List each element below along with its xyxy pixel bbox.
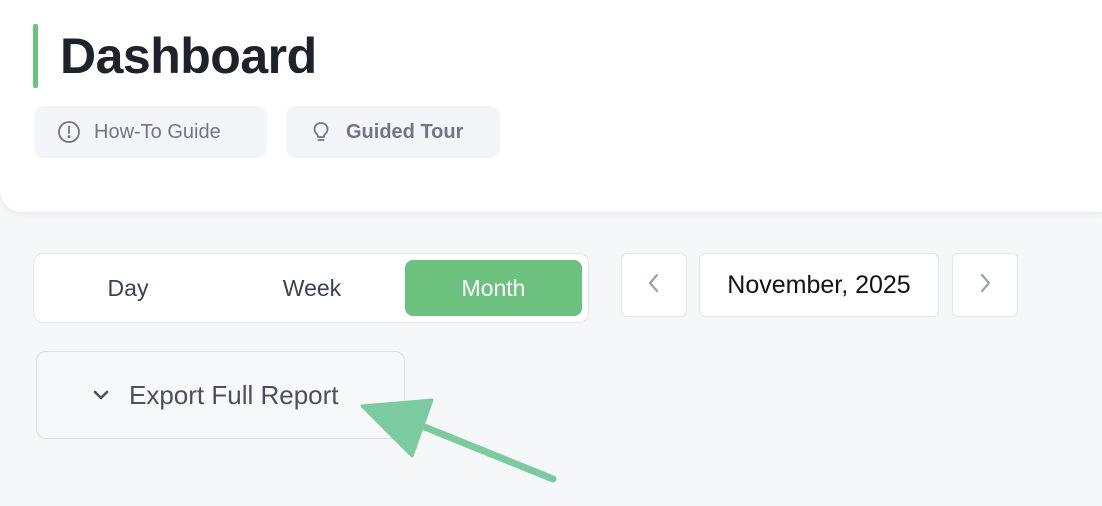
page-title: Dashboard	[60, 28, 317, 84]
period-month-button[interactable]: Month	[405, 260, 582, 316]
chevron-left-icon	[647, 272, 661, 299]
export-full-report-button[interactable]: Export Full Report	[36, 351, 405, 439]
export-full-report-label: Export Full Report	[129, 379, 339, 410]
previous-period-button[interactable]	[621, 253, 687, 317]
chevron-down-icon	[91, 385, 111, 405]
lightbulb-icon	[308, 119, 334, 145]
next-period-button[interactable]	[952, 253, 1018, 317]
period-week-button[interactable]: Week	[224, 260, 400, 316]
guided-tour-label: Guided Tour	[346, 120, 464, 143]
how-to-guide-label: How-To Guide	[94, 120, 221, 143]
period-selector: Day Week Month	[33, 253, 589, 323]
guided-tour-button[interactable]: Guided Tour	[286, 106, 500, 158]
dashboard-page: Dashboard How-To Guide Guided Tour Day W…	[0, 0, 1102, 506]
title-accent-bar	[33, 24, 38, 88]
period-day-button[interactable]: Day	[40, 260, 216, 316]
chevron-right-icon	[978, 272, 992, 299]
info-circle-icon	[56, 119, 82, 145]
how-to-guide-button[interactable]: How-To Guide	[34, 106, 267, 158]
current-period-display: November, 2025	[699, 253, 939, 317]
